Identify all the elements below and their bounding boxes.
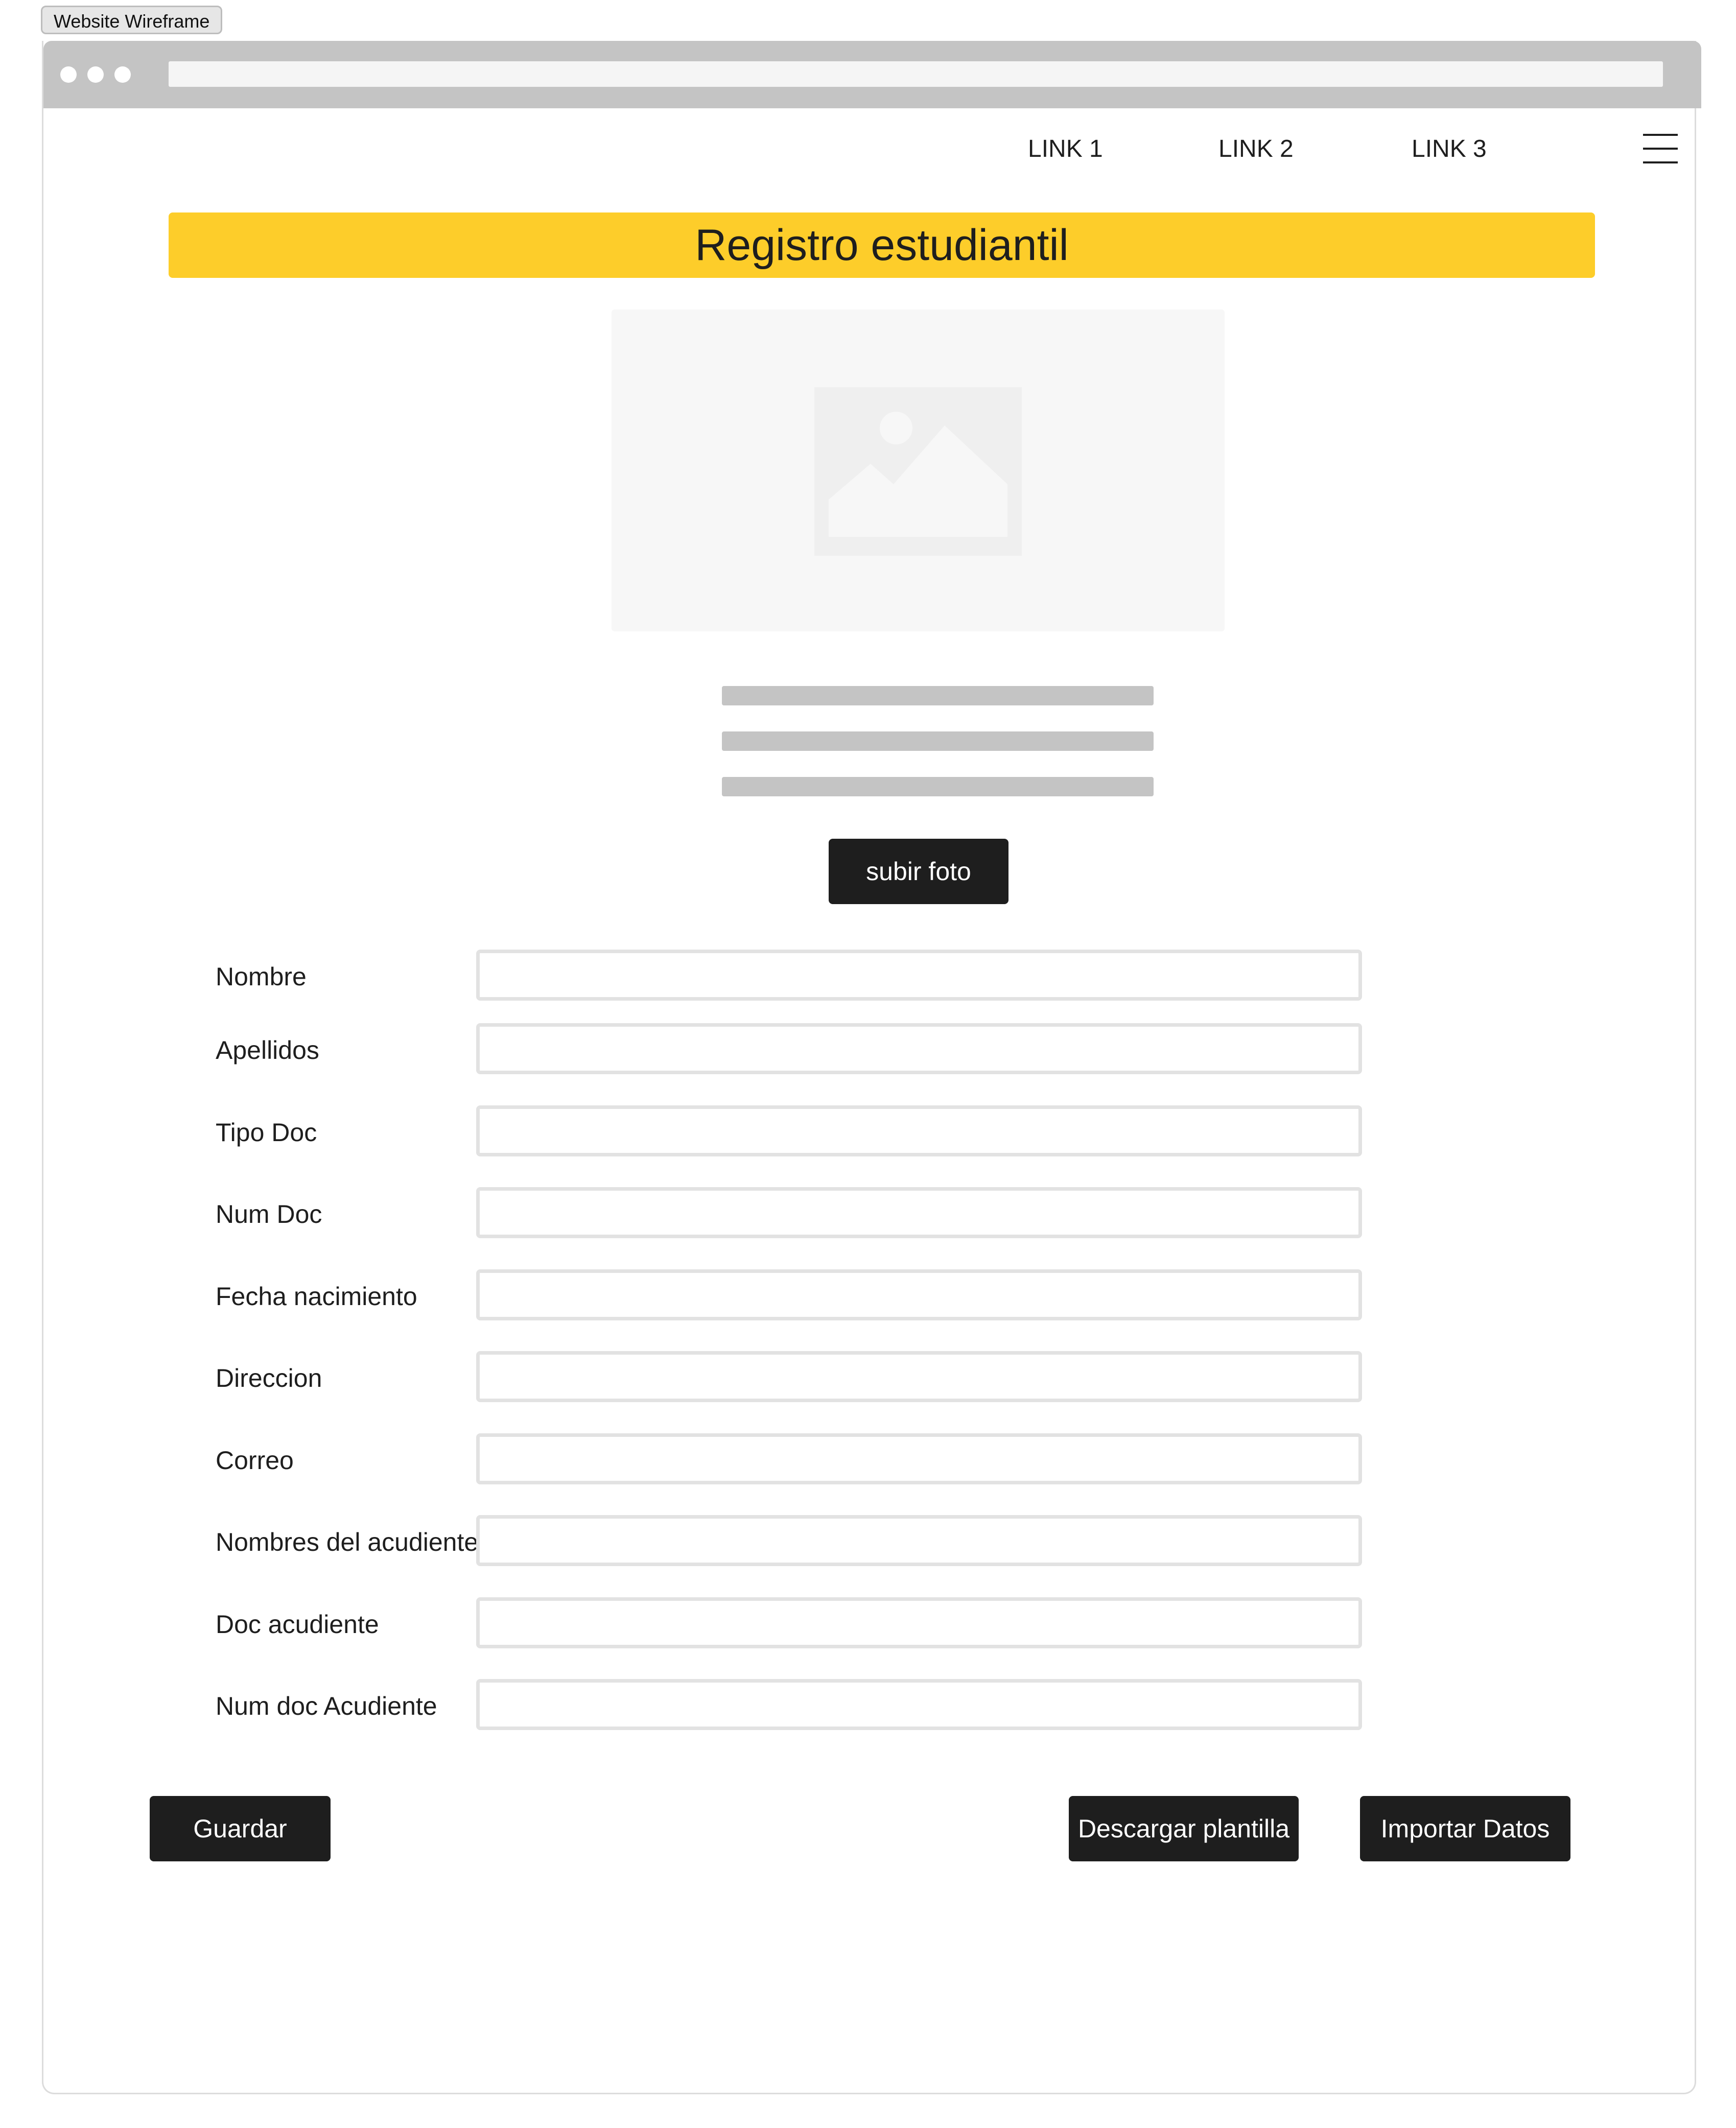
address-bar[interactable] [169, 61, 1663, 87]
field-label-nombres-acudiente: Nombres del acudiente [216, 1528, 479, 1556]
text-placeholder-line [722, 777, 1154, 796]
save-button[interactable]: Guardar [150, 1796, 331, 1861]
import-data-button[interactable]: Importar Datos [1360, 1796, 1570, 1861]
menu-bar [1643, 161, 1678, 163]
frame-label: Website Wireframe [41, 6, 223, 34]
text-placeholder-line [722, 686, 1154, 705]
window-control-dot[interactable] [114, 66, 131, 83]
fecha-nacimiento-input[interactable] [476, 1269, 1362, 1320]
page-title: Registro estudiantil [169, 212, 1595, 278]
num-doc-acudiente-input[interactable] [476, 1679, 1362, 1730]
field-label-num-doc-acudiente: Num doc Acudiente [216, 1692, 437, 1720]
window-control-dot[interactable] [87, 66, 104, 83]
field-label-apellidos: Apellidos [216, 1036, 319, 1065]
image-icon [814, 387, 1022, 556]
num-doc-input[interactable] [476, 1187, 1362, 1238]
field-label-tipo-doc: Tipo Doc [216, 1118, 317, 1147]
window-control-dot[interactable] [60, 66, 77, 83]
direccion-input[interactable] [476, 1351, 1362, 1402]
field-label-doc-acudiente: Doc acudiente [216, 1610, 379, 1639]
hamburger-menu-icon[interactable] [1643, 132, 1678, 165]
nav-link-3[interactable]: LINK 3 [1412, 134, 1487, 164]
field-label-correo: Correo [216, 1446, 294, 1475]
upload-photo-button[interactable]: subir foto [829, 839, 1008, 904]
menu-bar [1643, 148, 1678, 150]
download-template-button[interactable]: Descargar plantilla [1069, 1796, 1299, 1861]
field-label-nombre: Nombre [216, 962, 307, 991]
correo-input[interactable] [476, 1433, 1362, 1484]
text-placeholder-line [722, 731, 1154, 751]
field-label-num-doc: Num Doc [216, 1200, 322, 1228]
tipo-doc-input[interactable] [476, 1105, 1362, 1156]
field-label-direccion: Direccion [216, 1364, 322, 1392]
menu-bar [1643, 134, 1678, 136]
nombres-acudiente-input[interactable] [476, 1515, 1362, 1566]
nav-link-1[interactable]: LINK 1 [1028, 134, 1103, 164]
photo-placeholder [612, 310, 1225, 631]
doc-acudiente-input[interactable] [476, 1597, 1362, 1648]
apellidos-input[interactable] [476, 1023, 1362, 1074]
nav-link-2[interactable]: LINK 2 [1218, 134, 1294, 164]
nombre-input[interactable] [476, 950, 1362, 1001]
field-label-fecha-nacimiento: Fecha nacimiento [216, 1282, 417, 1311]
